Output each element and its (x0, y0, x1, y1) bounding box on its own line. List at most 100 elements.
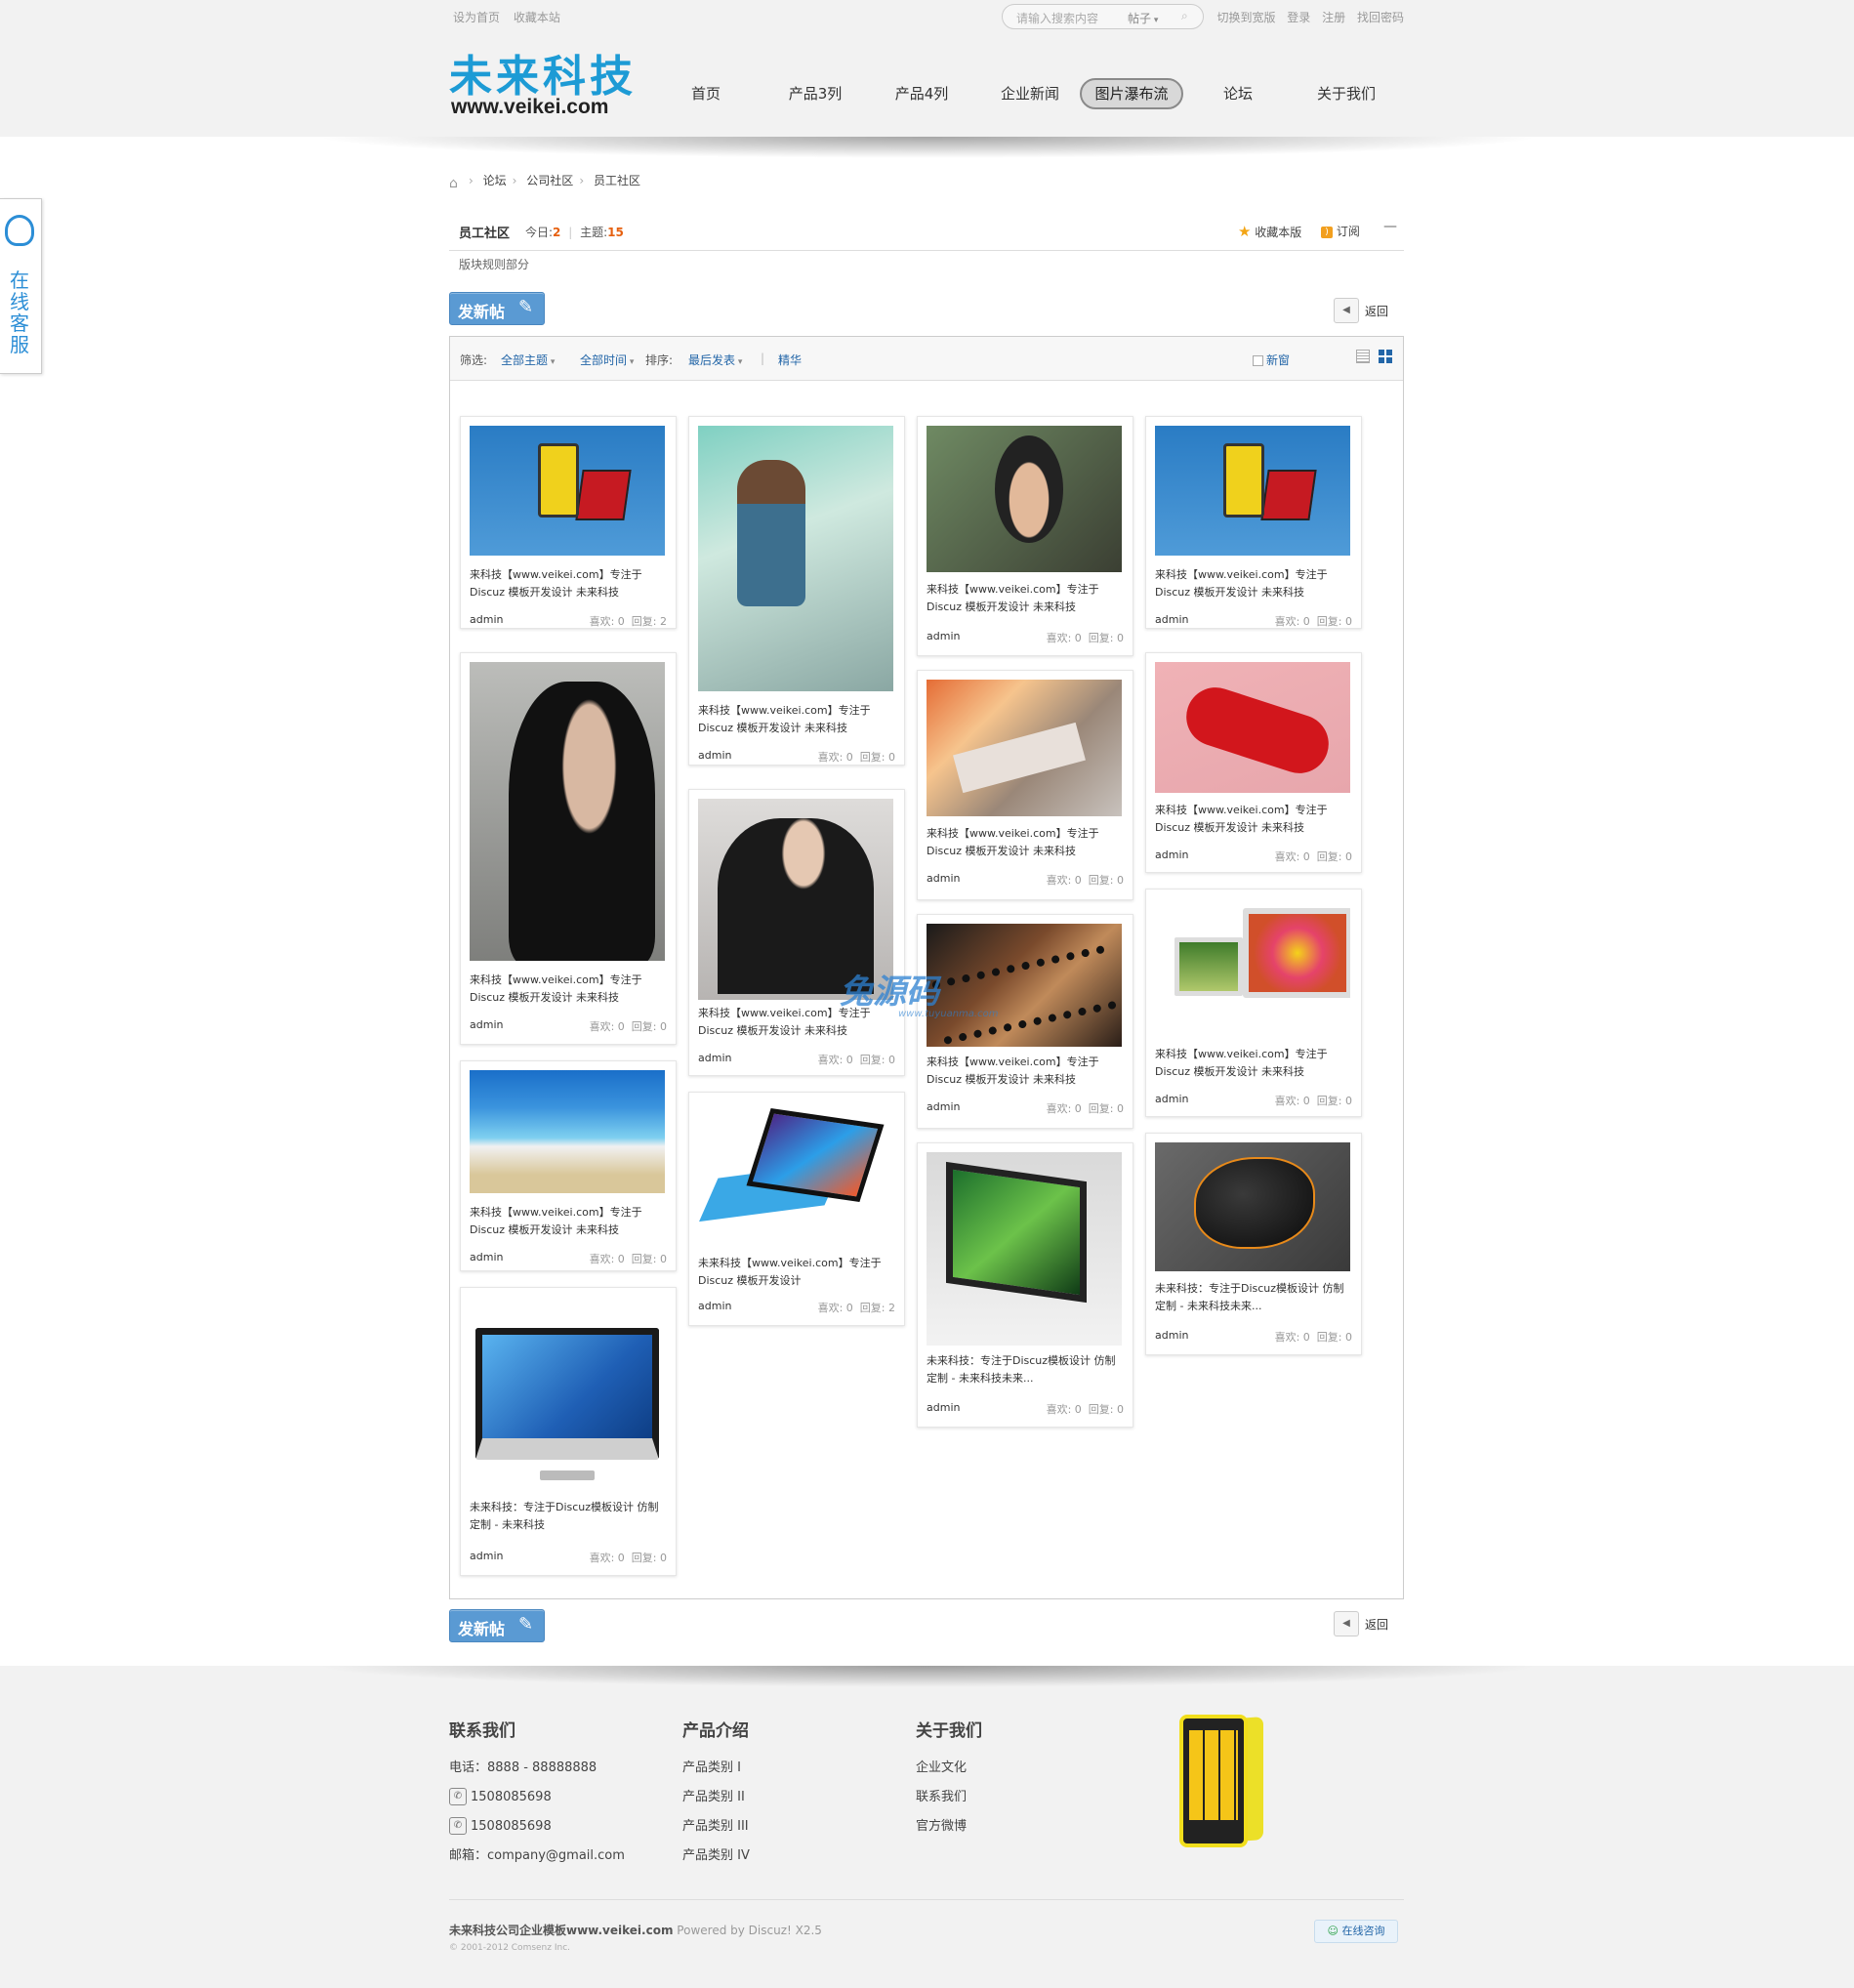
footer-about-link[interactable]: 联系我们 (916, 1788, 982, 1817)
post-author[interactable]: admin (470, 1251, 503, 1263)
footer-about-link[interactable]: 官方微博 (916, 1817, 982, 1846)
filter-all-topics[interactable]: 全部主题 (501, 352, 555, 368)
post-title[interactable]: 来科技【www.veikei.com】专注于Discuz 模板开发设计 未来科技 (470, 1204, 669, 1239)
post-card[interactable]: 来科技【www.veikei.com】专注于Discuz 模板开发设计 未来科技… (1145, 652, 1362, 873)
sort-select[interactable]: 最后发表 (688, 352, 742, 368)
post-author[interactable]: admin (470, 613, 503, 626)
search-icon[interactable]: ⌕ (1181, 9, 1195, 22)
post-title[interactable]: 未来科技：专注于Discuz模板设计 仿制定制 - 未来科技未来... (1155, 1280, 1354, 1315)
new-post-button-bottom[interactable]: 发新帖 ✎ (449, 1609, 545, 1642)
online-chat-button[interactable]: ☺ 在线咨询 (1314, 1920, 1398, 1943)
search-type-select[interactable]: 帖子 (1128, 10, 1158, 26)
collapse-icon[interactable]: — (1383, 219, 1397, 234)
post-card[interactable]: 未来科技【www.veikei.com】专注于Discuz 模板开发设计 adm… (688, 1092, 905, 1326)
post-title[interactable]: 来科技【www.veikei.com】专注于Discuz 模板开发设计 未来科技 (927, 581, 1126, 616)
footer-product-link[interactable]: 产品类别 I (682, 1759, 750, 1788)
post-author[interactable]: admin (1155, 613, 1188, 626)
back-button[interactable]: ◀ 返回 (1334, 298, 1402, 323)
footer-about-link[interactable]: 企业文化 (916, 1759, 982, 1788)
post-card[interactable]: 来科技【www.veikei.com】专注于Discuz 模板开发设计 未来科技… (917, 670, 1133, 900)
powered-by[interactable]: Powered by Discuz! X2.5 (677, 1924, 822, 1937)
breadcrumb-forum[interactable]: 论坛 (483, 174, 507, 187)
post-author[interactable]: admin (1155, 1329, 1188, 1342)
post-card[interactable]: 来科技【www.veikei.com】专注于Discuz 模板开发设计 未来科技… (917, 416, 1133, 656)
post-title[interactable]: 来科技【www.veikei.com】专注于Discuz 模板开发设计 未来科技 (927, 1054, 1126, 1089)
post-image-girl[interactable] (927, 680, 1122, 816)
post-image-computer[interactable] (927, 1152, 1122, 1346)
post-image-tablet[interactable] (698, 1101, 893, 1248)
post-title[interactable]: 来科技【www.veikei.com】专注于Discuz 模板开发设计 未来科技 (698, 702, 897, 737)
post-image-boy[interactable] (470, 662, 665, 961)
post-image-sea[interactable] (470, 1070, 665, 1193)
footer-product-link[interactable]: 产品类别 III (682, 1817, 750, 1846)
breadcrumb-staff[interactable]: 员工社区 (594, 174, 640, 187)
nav-news[interactable]: 企业新闻 (986, 78, 1074, 109)
breadcrumb-company[interactable]: 公司社区 (526, 174, 573, 187)
post-image-imac[interactable] (470, 1297, 665, 1492)
post-image-boy[interactable] (1155, 662, 1350, 793)
post-author[interactable]: admin (698, 1052, 731, 1064)
post-author[interactable]: admin (927, 1100, 960, 1113)
post-author[interactable]: admin (927, 1401, 960, 1414)
post-author[interactable]: admin (698, 1300, 731, 1312)
login-link[interactable]: 登录 (1287, 11, 1310, 24)
post-image-boy[interactable] (927, 426, 1122, 572)
post-title[interactable]: 来科技【www.veikei.com】专注于Discuz 模板开发设计 未来科技 (1155, 1046, 1354, 1081)
home-icon[interactable]: ⌂ (449, 176, 463, 191)
filter-all-time[interactable]: 全部时间 (580, 352, 634, 368)
post-card[interactable]: 来科技【www.veikei.com】专注于Discuz 模板开发设计 未来科技… (688, 789, 905, 1076)
post-title[interactable]: 未来科技：专注于Discuz模板设计 仿制定制 - 未来科技未来... (927, 1352, 1126, 1387)
new-window-toggle[interactable]: 新窗 (1253, 352, 1290, 368)
post-card[interactable]: 来科技【www.veikei.com】专注于Discuz 模板开发设计 未来科技… (460, 416, 677, 629)
grid-view-icon[interactable] (1379, 350, 1392, 363)
new-post-button[interactable]: 发新帖 ✎ (449, 292, 545, 325)
list-view-icon[interactable] (1356, 350, 1370, 363)
site-logo[interactable]: 未来科技 (449, 41, 637, 104)
search-input[interactable]: 请输入搜索内容 (1016, 10, 1098, 26)
bookmark-link[interactable]: 收藏本站 (514, 11, 560, 24)
post-card[interactable]: 来科技【www.veikei.com】专注于Discuz 模板开发设计 未来科技… (460, 652, 677, 1045)
post-author[interactable]: admin (698, 749, 731, 762)
nav-products-4col[interactable]: 产品4列 (881, 78, 963, 109)
post-card[interactable]: 未来科技：专注于Discuz模板设计 仿制定制 - 未来科技未来... admi… (917, 1142, 1133, 1428)
post-author[interactable]: admin (1155, 1093, 1188, 1105)
post-card[interactable]: 来科技【www.veikei.com】专注于Discuz 模板开发设计 未来科技… (1145, 889, 1362, 1117)
post-card[interactable]: 未来科技：专注于Discuz模板设计 仿制定制 - 未来科技 admin 喜欢: … (460, 1287, 677, 1576)
register-link[interactable]: 注册 (1322, 11, 1345, 24)
post-image-phone[interactable] (1155, 426, 1350, 556)
back-button-bottom[interactable]: ◀ 返回 (1334, 1611, 1402, 1636)
post-card[interactable]: 未来科技：专注于Discuz模板设计 仿制定制 - 未来科技未来... admi… (1145, 1133, 1362, 1355)
post-image-mouse[interactable] (1155, 1142, 1350, 1271)
post-card[interactable]: 来科技【www.veikei.com】专注于Discuz 模板开发设计 未来科技… (688, 416, 905, 766)
post-author[interactable]: admin (927, 872, 960, 885)
online-service-tab[interactable]: 在线客服 (0, 198, 42, 374)
footer-product-link[interactable]: 产品类别 II (682, 1788, 750, 1817)
post-title[interactable]: 未来科技：专注于Discuz模板设计 仿制定制 - 未来科技 (470, 1499, 669, 1534)
post-title[interactable]: 来科技【www.veikei.com】专注于Discuz 模板开发设计 未来科技 (470, 972, 669, 1007)
switch-width-link[interactable]: 切换到宽版 (1216, 11, 1275, 24)
post-author[interactable]: admin (470, 1550, 503, 1562)
footer-qq2[interactable]: ✆ 1508085698 (449, 1817, 625, 1846)
filter-digest[interactable]: 精华 (778, 352, 802, 368)
post-title[interactable]: 来科技【www.veikei.com】专注于Discuz 模板开发设计 未来科技 (927, 825, 1126, 860)
post-card[interactable]: 来科技【www.veikei.com】专注于Discuz 模板开发设计 未来科技… (460, 1060, 677, 1271)
post-title[interactable]: 未来科技【www.veikei.com】专注于Discuz 模板开发设计 (698, 1255, 897, 1290)
nav-home[interactable]: 首页 (681, 78, 730, 109)
find-password-link[interactable]: 找回密码 (1357, 11, 1404, 24)
footer-qq1[interactable]: ✆ 1508085698 (449, 1788, 625, 1817)
subscribe-link[interactable]: ) 订阅 (1321, 223, 1360, 239)
post-author[interactable]: admin (927, 630, 960, 642)
post-image-phone[interactable] (470, 426, 665, 556)
copyright-site[interactable]: 未来科技公司企业模板www.veikei.com (449, 1924, 673, 1937)
post-image-imacs[interactable] (1155, 898, 1350, 1035)
post-title[interactable]: 来科技【www.veikei.com】专注于Discuz 模板开发设计 未来科技 (470, 566, 669, 601)
nav-about[interactable]: 关于我们 (1305, 78, 1387, 109)
favorite-forum-link[interactable]: ★ 收藏本版 (1238, 223, 1301, 240)
post-title[interactable]: 来科技【www.veikei.com】专注于Discuz 模板开发设计 未来科技 (1155, 802, 1354, 837)
set-home-link[interactable]: 设为首页 (453, 11, 500, 24)
post-title[interactable]: 来科技【www.veikei.com】专注于Discuz 模板开发设计 未来科技 (1155, 566, 1354, 601)
nav-waterfall[interactable]: 图片瀑布流 (1080, 78, 1183, 109)
post-author[interactable]: admin (470, 1018, 503, 1031)
nav-products-3col[interactable]: 产品3列 (774, 78, 856, 109)
footer-product-link[interactable]: 产品类别 IV (682, 1846, 750, 1876)
